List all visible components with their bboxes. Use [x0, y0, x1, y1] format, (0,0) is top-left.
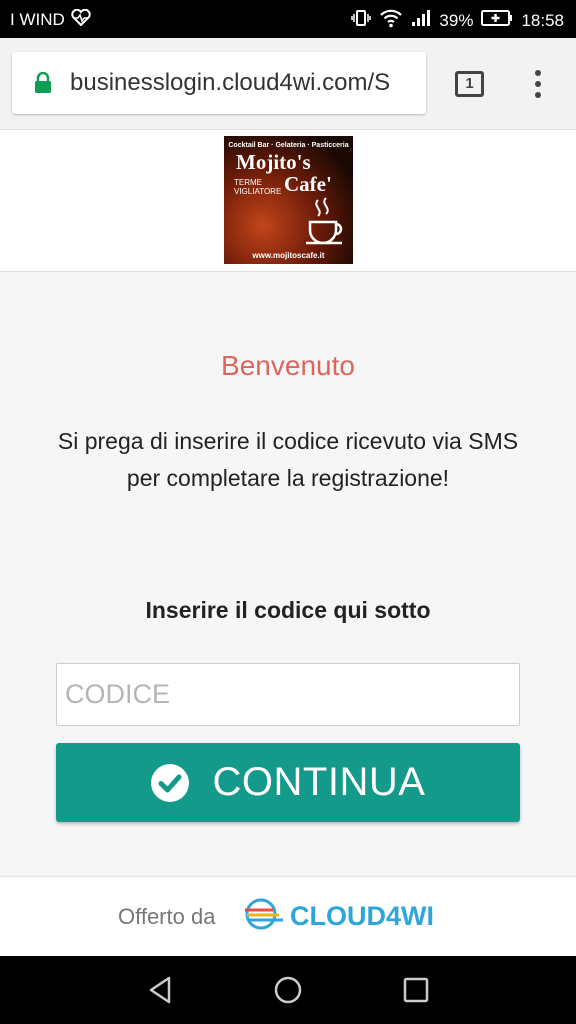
battery-charging-icon — [481, 9, 513, 32]
cloud4wi-logo-icon — [243, 897, 285, 936]
back-icon[interactable] — [145, 974, 177, 1006]
footer: Offerto da CLOUD4WI — [0, 876, 576, 956]
logo-banner: Cocktail Bar · Gelateria · Pasticceria M… — [0, 130, 576, 272]
overflow-menu-icon[interactable] — [530, 68, 546, 102]
logo-location: TERME VIGLIATORE — [234, 178, 282, 196]
logo-subtitle: Cocktail Bar · Gelateria · Pasticceria — [228, 142, 349, 149]
logo-website: www.mojitoscafe.it — [252, 251, 325, 260]
offered-by-text: Offerto da — [118, 904, 216, 929]
instruction-message: Si prega di inserire il codice ricevuto … — [57, 428, 519, 491]
code-input[interactable] — [56, 663, 520, 726]
address-bar[interactable]: businesslogin.cloud4wi.com/S — [12, 52, 426, 114]
venue-logo: Cocktail Bar · Gelateria · Pasticceria M… — [224, 136, 353, 264]
wifi-icon — [379, 8, 403, 33]
clock: 18:58 — [521, 10, 564, 30]
provider-brand[interactable]: CLOUD4WI — [243, 897, 434, 936]
welcome-heading: Benvenuto — [221, 350, 355, 381]
brand-name: CLOUD4WI — [290, 901, 434, 931]
battery-percent: 39% — [439, 10, 474, 30]
lock-icon — [34, 71, 52, 94]
browser-toolbar: businesslogin.cloud4wi.com/S 1 — [0, 38, 576, 130]
code-label: Inserire il codice qui sotto — [145, 597, 431, 623]
logo-name-line2: Cafe' — [284, 172, 332, 196]
home-icon[interactable] — [272, 974, 304, 1006]
url-text: businesslogin.cloud4wi.com/S — [70, 69, 391, 96]
status-bar: I WIND 39% 18:58 — [0, 0, 576, 38]
continue-button-label: CONTINUA — [212, 760, 426, 804]
continue-button[interactable]: CONTINUA — [56, 743, 520, 822]
check-circle-icon — [150, 763, 189, 802]
system-nav-bar — [0, 956, 576, 1024]
signal-icon — [411, 9, 431, 32]
heart-pulse-icon — [71, 8, 91, 31]
tab-switcher-button[interactable]: 1 — [455, 71, 484, 97]
carrier-label: I WIND — [10, 10, 65, 29]
vibrate-icon — [351, 8, 372, 33]
coffee-cup-icon — [304, 196, 350, 246]
recents-icon[interactable] — [400, 974, 432, 1006]
